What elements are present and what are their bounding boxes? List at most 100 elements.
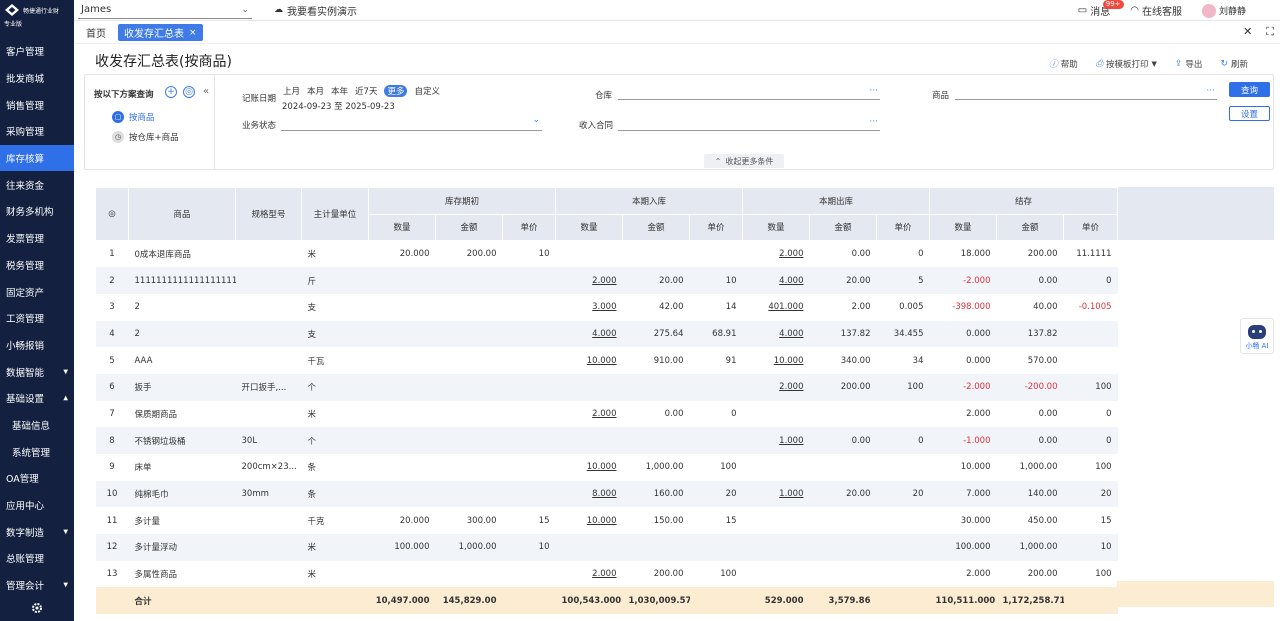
quick-more[interactable]: 更多 <box>384 85 408 97</box>
sidebar-item[interactable]: OA管理 <box>0 465 74 492</box>
print-button[interactable]: ⎙ 按模板打印 ▼ <box>1096 57 1157 70</box>
close-all-icon[interactable]: ✕ <box>1243 25 1252 39</box>
cell-out-a <box>810 507 877 534</box>
sidebar-item[interactable]: 小畅报销 <box>0 332 74 359</box>
user-name: 刘静静 <box>1218 7 1246 17</box>
cell-end-q: 0.000 <box>966 355 991 366</box>
cell-open-p <box>503 454 556 481</box>
sidebar-item[interactable]: 总账管理 <box>0 545 74 572</box>
cell-open-a <box>436 454 503 481</box>
cell-out-q[interactable]: 2.000 <box>742 373 810 401</box>
collapse-icon[interactable]: « <box>203 86 209 97</box>
quick-this-year[interactable]: 本年 <box>331 85 348 97</box>
sidebar-item[interactable]: 销售管理 <box>0 91 74 118</box>
sidebar-item[interactable]: 固定资产 <box>0 278 74 305</box>
cell-out-q[interactable]: 10.000 <box>743 347 810 374</box>
cell-in-q[interactable]: 10.000 <box>556 347 623 374</box>
sidebar-item[interactable]: 财务多机构 <box>0 198 74 225</box>
scheme-settings-icon[interactable]: ◎ <box>183 86 195 98</box>
warehouse-input[interactable]: ··· <box>618 86 880 100</box>
cell-in-q[interactable]: 3.000 <box>556 294 623 321</box>
sidebar-item[interactable]: 数字制造 ▼ <box>0 518 74 545</box>
cell-end-a: 140.00 <box>996 480 1064 508</box>
sidebar-item-label: 销售管理 <box>6 100 45 112</box>
cell-out-q[interactable]: 4.000 <box>742 267 810 294</box>
gear-icon[interactable] <box>0 595 74 621</box>
cell-out-p: 0.005 <box>899 302 924 313</box>
ai-assistant-button[interactable]: 小畅 AI <box>1240 318 1274 354</box>
quick-custom[interactable]: 自定义 <box>414 85 440 97</box>
status-select[interactable]: ⌄ <box>281 115 542 131</box>
help-button[interactable]: ⓘ 帮助 <box>1049 57 1078 71</box>
settings-button[interactable]: 设置 <box>1229 106 1270 121</box>
cell-spec: 开口扳手,... <box>235 373 302 401</box>
product-input[interactable]: ··· <box>955 86 1217 100</box>
cell-open-p <box>502 427 556 454</box>
messages-button[interactable]: ▭ 消息 99+ <box>1078 0 1124 18</box>
cell-end-q: 30.000 <box>960 515 991 526</box>
sidebar-item[interactable]: 往来资金 <box>0 171 74 198</box>
collapse-conditions-button[interactable]: ⌃ 收起更多条件 <box>704 154 784 168</box>
sidebar-item[interactable]: 数据智能 ▼ <box>0 358 74 385</box>
quick-last-month[interactable]: 上月 <box>283 85 300 97</box>
add-scheme-icon[interactable]: + <box>165 86 177 98</box>
sidebar-item-label: 税务管理 <box>6 260 45 272</box>
quick-last-7-days[interactable]: 近7天 <box>355 85 377 97</box>
cell-in-q[interactable]: 10.000 <box>556 454 623 481</box>
cell-in-q[interactable]: 10.000 <box>556 507 623 534</box>
fullscreen-icon[interactable]: ⛶ <box>1266 25 1274 39</box>
scheme-by-product[interactable]: ▢ 按商品 <box>112 111 155 123</box>
query-button[interactable]: 查询 <box>1229 82 1270 97</box>
cell-out-q[interactable]: 1.000 <box>742 480 810 508</box>
date-range[interactable]: 2024-09-23 至 2025-09-23 <box>282 100 395 112</box>
cell-in-q[interactable]: 2.000 <box>556 561 623 588</box>
cell-out-q[interactable]: 401.000 <box>743 294 810 321</box>
quick-this-month[interactable]: 本月 <box>307 85 324 97</box>
sidebar-item[interactable]: 批发商城 <box>0 65 74 92</box>
scheme-by-warehouse-product[interactable]: ◷ 按仓库+商品 <box>112 131 179 143</box>
close-icon[interactable]: × <box>189 28 197 38</box>
column-settings-icon[interactable]: ◎ <box>95 187 129 241</box>
refresh-button[interactable]: ↻ 刷新 <box>1220 57 1248 70</box>
sidebar-item[interactable]: 客户管理 <box>0 38 74 65</box>
toolbar: ⓘ 帮助 ⎙ 按模板打印 ▼ ⇪ 导出 ↻ 刷新 <box>1049 57 1248 71</box>
sidebar-item[interactable]: 基础信息 <box>0 412 74 439</box>
tenant-select[interactable]: James ⌄ <box>78 2 252 19</box>
robot-icon <box>1248 325 1266 339</box>
cell-out-q[interactable]: 1.000 <box>742 427 810 454</box>
user-menu[interactable]: 刘静静 <box>1201 3 1246 18</box>
sidebar-item[interactable]: 系统管理 <box>0 438 74 465</box>
sidebar-item[interactable]: 应用中心 <box>0 492 74 519</box>
cell-out-q[interactable]: 2.000 <box>743 241 810 268</box>
logo-icon <box>4 3 20 17</box>
sidebar-item[interactable]: 库存核算 <box>0 144 74 172</box>
cell-in-q[interactable]: 4.000 <box>555 320 623 348</box>
cell-in-p <box>689 534 743 561</box>
support-button[interactable]: ◠ 在线客服 <box>1130 3 1182 18</box>
sidebar: 畅捷通行业财 专业版 客户管理 批发商城 销售管理 采购管理 库存核算 往来资金 财务多机构… <box>0 0 74 621</box>
cell-out-q[interactable]: 4.000 <box>742 320 810 348</box>
cell-open-a <box>436 561 503 588</box>
export-button[interactable]: ⇪ 导出 <box>1175 57 1203 70</box>
cell-end-a: 137.82 <box>996 320 1064 348</box>
contract-input[interactable]: ··· <box>618 117 880 131</box>
cell-in-q[interactable]: 2.000 <box>555 267 623 294</box>
cell-out-a: 20.00 <box>809 267 877 294</box>
sidebar-item[interactable]: 工资管理 <box>0 305 74 332</box>
sidebar-item[interactable]: 发票管理 <box>0 225 74 252</box>
cell-in-p: 100 <box>720 569 737 580</box>
demo-link[interactable]: ☁ 我要看实例演示 <box>274 3 357 18</box>
cell-open-a <box>436 347 503 374</box>
cell-in-q[interactable]: 8.000 <box>555 480 623 508</box>
table-row: 7 保质期商品 米 2.000 0.00 0 2.000 0.00 0 <box>96 401 1118 428</box>
cell-unit: 支 <box>307 303 317 314</box>
cell-in-p: 100 <box>720 462 737 473</box>
sidebar-item[interactable]: 基础设置 ▲ <box>0 385 74 412</box>
sidebar-item[interactable]: 税务管理 <box>0 252 74 279</box>
cell-unit: 条 <box>301 480 369 508</box>
tab-home[interactable]: 首页 <box>86 25 106 40</box>
cell-in-q[interactable]: 2.000 <box>556 401 623 428</box>
tab-inventory-summary[interactable]: 收发存汇总表 × <box>118 24 203 41</box>
cell-out-a <box>810 454 877 481</box>
sidebar-item[interactable]: 采购管理 <box>0 118 74 145</box>
